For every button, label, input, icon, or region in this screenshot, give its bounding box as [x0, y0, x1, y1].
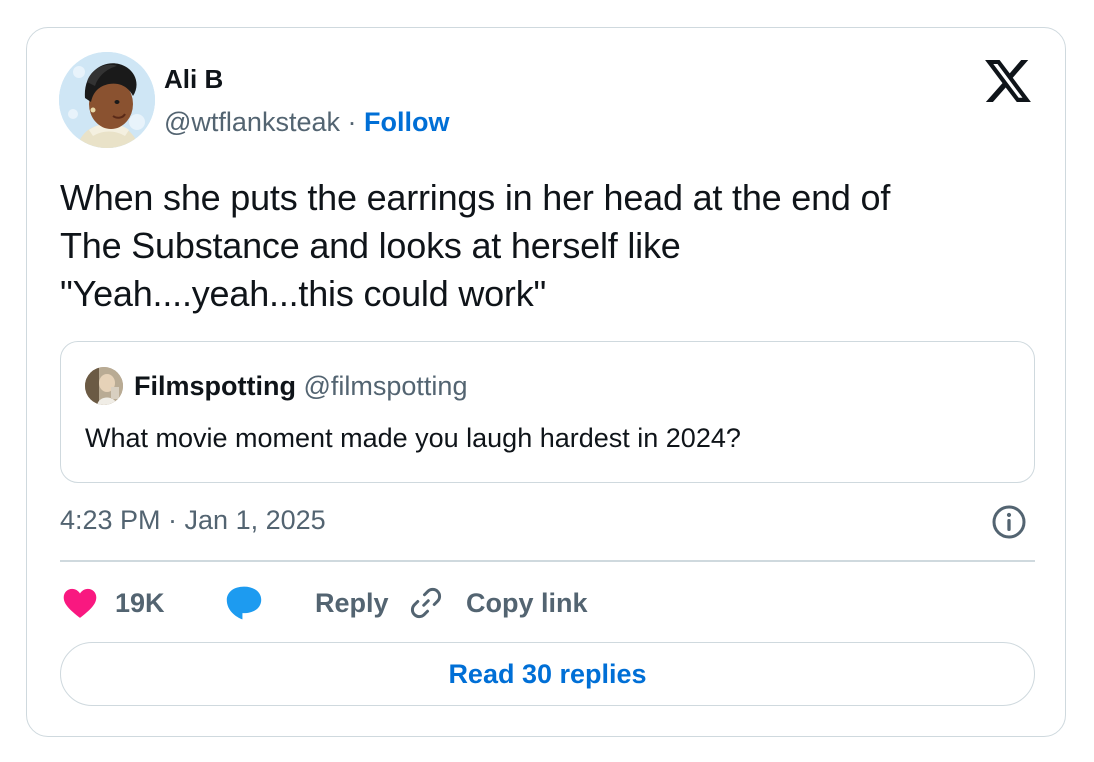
copy-link-button[interactable]: Copy link	[408, 583, 588, 623]
follow-button[interactable]: Follow	[364, 107, 449, 137]
avatar-illustration	[59, 52, 155, 148]
copy-link-label: Copy link	[466, 588, 588, 618]
quoted-tweet-header: Filmspotting @filmspotting	[134, 368, 467, 404]
quoted-tweet-text: What movie moment made you laugh hardest…	[85, 423, 741, 453]
handle-separator: ·	[347, 107, 357, 137]
link-icon	[410, 587, 442, 619]
quoted-author-avatar	[85, 367, 123, 405]
like-count: 19K	[115, 588, 165, 618]
info-icon[interactable]	[991, 504, 1027, 540]
heart-icon	[63, 588, 97, 618]
quoted-handle: @filmspotting	[303, 371, 468, 401]
quoted-tweet[interactable]: Filmspotting @filmspotting What movie mo…	[60, 341, 1035, 483]
like-button[interactable]: 19K	[63, 583, 165, 623]
action-divider	[60, 560, 1035, 562]
reply-button[interactable]: Reply	[225, 583, 389, 623]
speech-bubble-icon	[226, 586, 262, 620]
author-handle-line: @wtflanksteak · Follow	[164, 104, 450, 140]
quoted-display-name: Filmspotting	[134, 371, 296, 401]
author-display-name[interactable]: Ali B	[164, 62, 223, 96]
quoted-avatar-photo	[85, 367, 123, 405]
tweet-timestamp[interactable]: 4:23 PM · Jan 1, 2025	[60, 502, 326, 538]
x-logo-icon[interactable]	[985, 60, 1031, 102]
author-handle[interactable]: @wtflanksteak	[164, 107, 340, 137]
embedded-tweet-card: Ali B @wtflanksteak · Follow When she pu…	[26, 27, 1066, 737]
reply-label: Reply	[315, 588, 389, 618]
tweet-text: When she puts the earrings in her head a…	[60, 177, 891, 314]
author-avatar[interactable]	[59, 52, 155, 148]
read-replies-button[interactable]: Read 30 replies	[60, 642, 1035, 706]
